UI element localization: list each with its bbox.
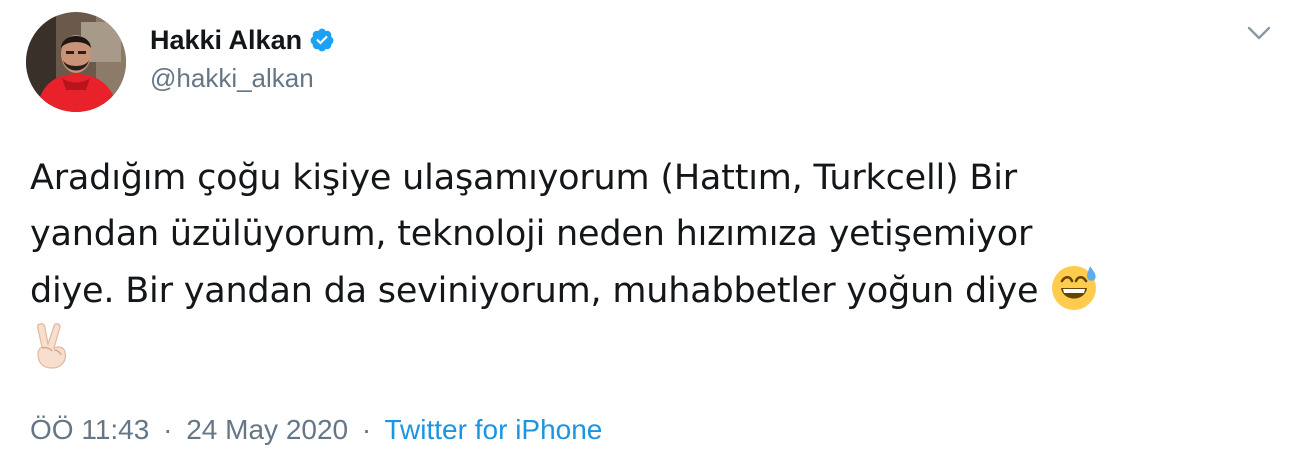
- chevron-down-icon[interactable]: [1244, 22, 1274, 44]
- name-row: Hakki Alkan: [150, 22, 335, 58]
- tweet-date[interactable]: 24 May 2020: [186, 414, 348, 445]
- tweet-text-line-1: Aradığım çoğu kişiye ulaşamıyorum (Hattı…: [30, 158, 1017, 198]
- tweet-text: Aradığım çoğu kişiye ulaşamıyorum (Hattı…: [30, 150, 1275, 375]
- tweet-time[interactable]: ÖÖ 11:43: [30, 414, 149, 445]
- tweet-text-line-3: diye. Bir yandan da seviniyorum, muhabbe…: [30, 271, 1039, 311]
- tweet-card: Hakki Alkan @hakki_alkan Aradığım çoğu k…: [0, 0, 1292, 461]
- meta-separator: ·: [163, 414, 173, 445]
- tweet-meta: ÖÖ 11:43 · 24 May 2020 · Twitter for iPh…: [30, 414, 602, 446]
- meta-separator: ·: [361, 414, 372, 445]
- author-block: Hakki Alkan @hakki_alkan: [150, 22, 335, 94]
- tweet-source-link[interactable]: Twitter for iPhone: [385, 414, 603, 445]
- profile-photo-icon: [26, 12, 126, 112]
- victory-hand-icon: [30, 320, 74, 370]
- avatar[interactable]: [26, 12, 126, 112]
- tweet-text-line-2: yandan üzülüyorum, teknoloji neden hızım…: [30, 214, 1033, 254]
- display-name[interactable]: Hakki Alkan: [150, 25, 302, 56]
- grinning-face-with-sweat-icon: [1049, 262, 1099, 312]
- handle[interactable]: @hakki_alkan: [150, 63, 335, 94]
- verified-badge-icon: [309, 27, 335, 53]
